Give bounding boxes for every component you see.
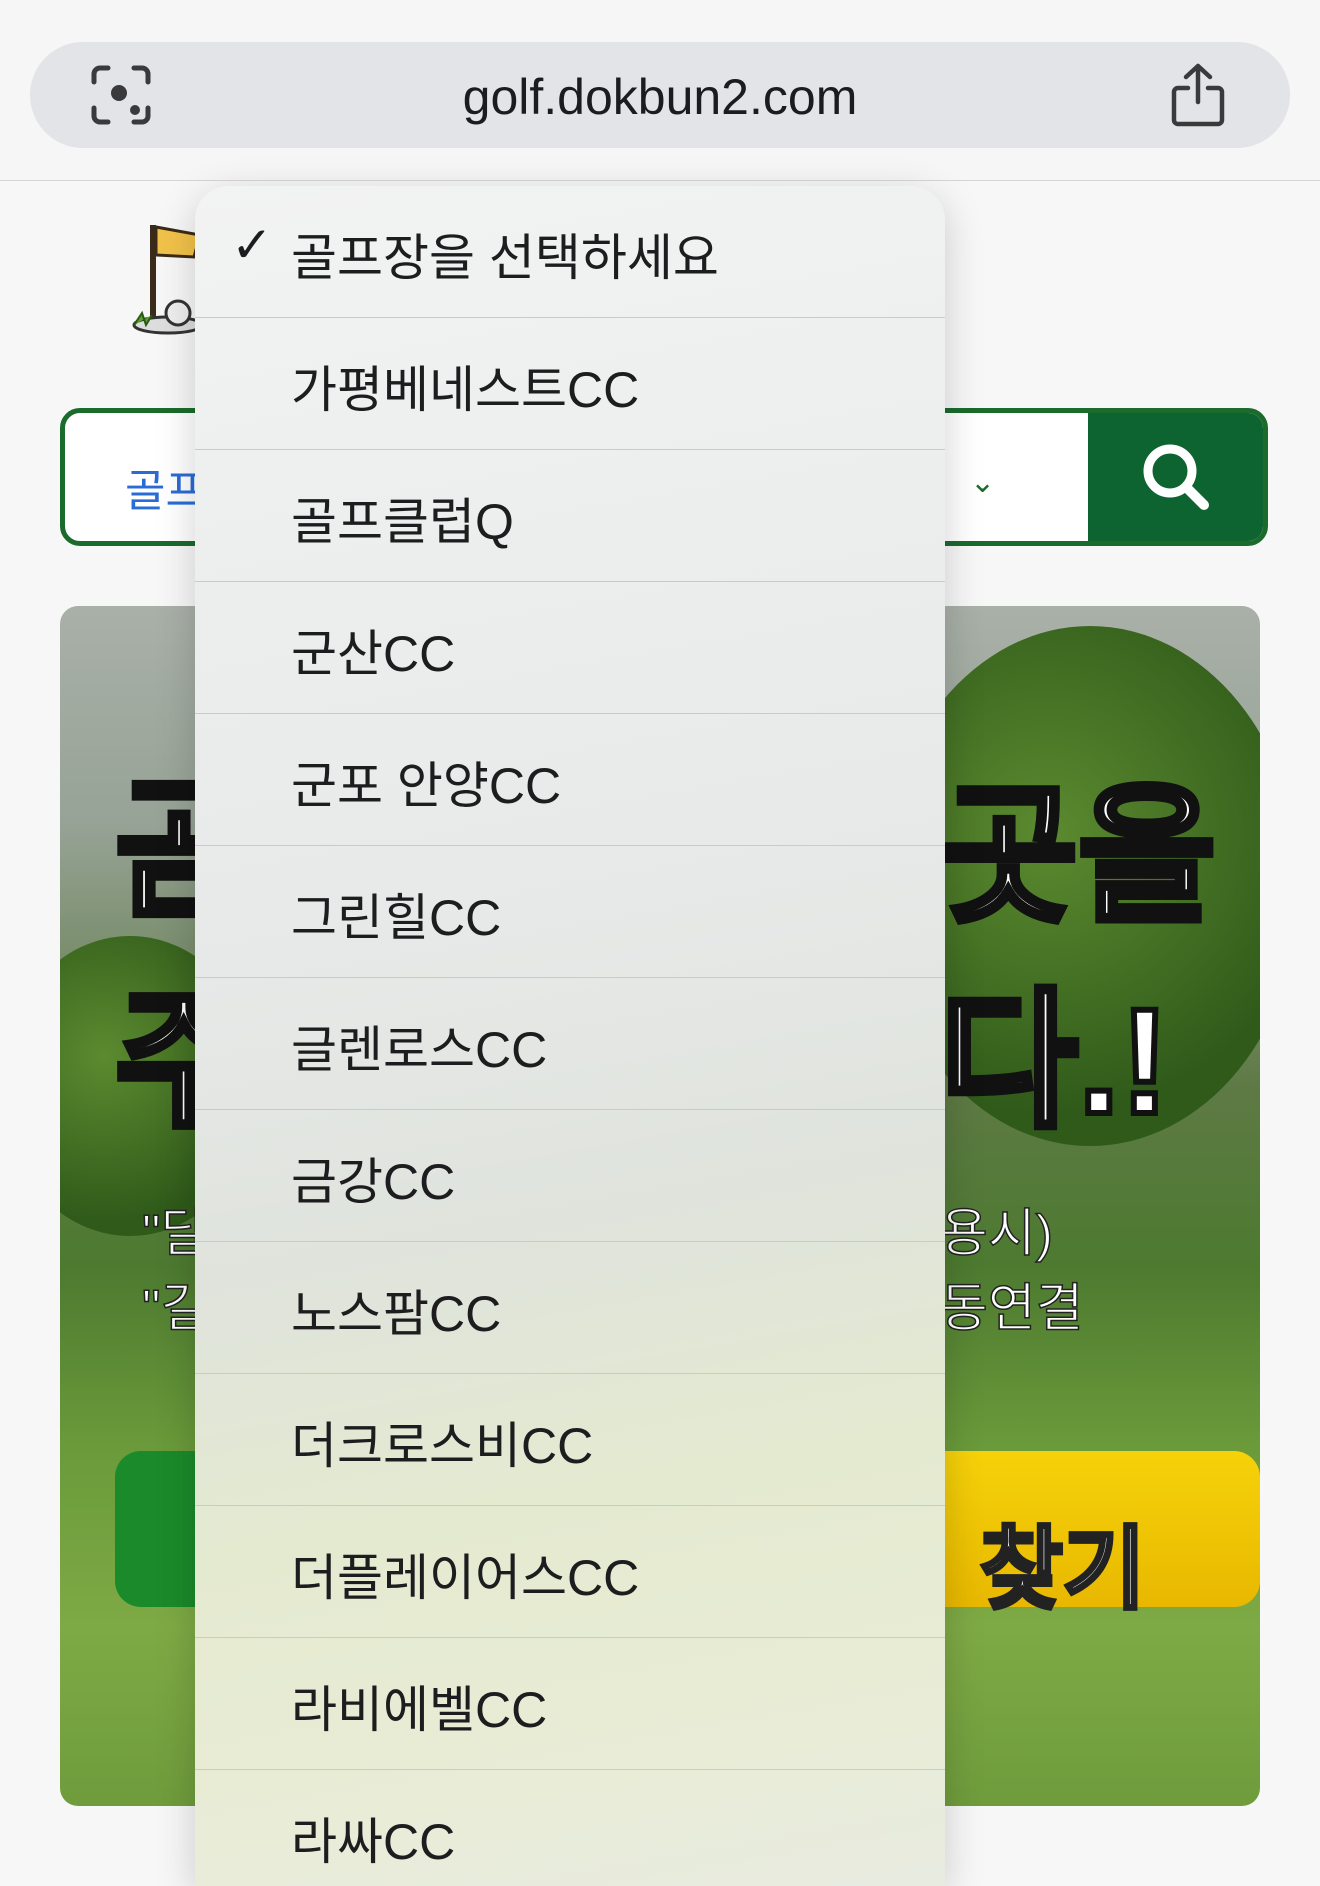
- dropdown-option-label: 그린힐CC: [291, 890, 502, 946]
- banner-headline-right: 곳을: [937, 772, 1219, 940]
- dropdown-option-label: 노스팜CC: [291, 1286, 502, 1342]
- banner-subtext-right: 동연결: [939, 1279, 1084, 1339]
- banner-headline-right: 다.!: [937, 977, 1173, 1145]
- dropdown-option-label: 글렌로스CC: [291, 1022, 548, 1078]
- dropdown-option-label: 가평베네스트CC: [291, 362, 640, 418]
- dropdown-option[interactable]: 골프클럽Q: [195, 450, 945, 582]
- banner-subtext-right: 용시): [939, 1204, 1054, 1264]
- checkmark-icon: ✓: [231, 217, 273, 273]
- dropdown-option-label: 라비에벨CC: [291, 1682, 548, 1738]
- dropdown-option-label: 군포 안양CC: [291, 758, 562, 814]
- dropdown-option[interactable]: 군산CC: [195, 582, 945, 714]
- dropdown-option-label: 군산CC: [291, 626, 456, 682]
- dropdown-option[interactable]: 금강CC: [195, 1110, 945, 1242]
- dropdown-option-label: 골프장을 선택하세요: [291, 230, 719, 286]
- dropdown-option[interactable]: 노스팜CC: [195, 1242, 945, 1374]
- dropdown-option[interactable]: 그린힐CC: [195, 846, 945, 978]
- dropdown-option[interactable]: 라싸CC: [195, 1770, 945, 1886]
- dropdown-option-label: 금강CC: [291, 1154, 456, 1210]
- search-icon: [1143, 444, 1209, 510]
- dropdown-option[interactable]: ✓ 골프장을 선택하세요: [195, 186, 945, 318]
- dropdown-option-label: 더플레이어스CC: [291, 1550, 640, 1606]
- dropdown-option[interactable]: 라비에벨CC: [195, 1638, 945, 1770]
- dropdown-option[interactable]: 가평베네스트CC: [195, 318, 945, 450]
- dropdown-option-label: 라싸CC: [291, 1814, 456, 1870]
- address-bar[interactable]: golf.dokbun2.com: [30, 42, 1290, 148]
- url-text[interactable]: golf.dokbun2.com: [30, 68, 1290, 126]
- dropdown-option[interactable]: 군포 안양CC: [195, 714, 945, 846]
- course-dropdown-menu: ✓ 골프장을 선택하세요 가평베네스트CC 골프클럽Q 군산CC 군포 안양CC…: [195, 186, 945, 1886]
- browser-toolbar: golf.dokbun2.com: [0, 0, 1320, 181]
- cta-find-label: 찾기: [978, 1518, 1148, 1622]
- search-button[interactable]: [1088, 413, 1263, 541]
- dropdown-option[interactable]: 글렌로스CC: [195, 978, 945, 1110]
- dropdown-option[interactable]: 더플레이어스CC: [195, 1506, 945, 1638]
- dropdown-option[interactable]: 더크로스비CC: [195, 1374, 945, 1506]
- dropdown-option-label: 더크로스비CC: [291, 1418, 594, 1474]
- course-select[interactable]: 골프: [125, 455, 206, 519]
- share-icon[interactable]: [1170, 62, 1226, 128]
- chevron-down-icon[interactable]: ⌄: [970, 465, 995, 500]
- dropdown-option-label: 골프클럽Q: [291, 494, 514, 550]
